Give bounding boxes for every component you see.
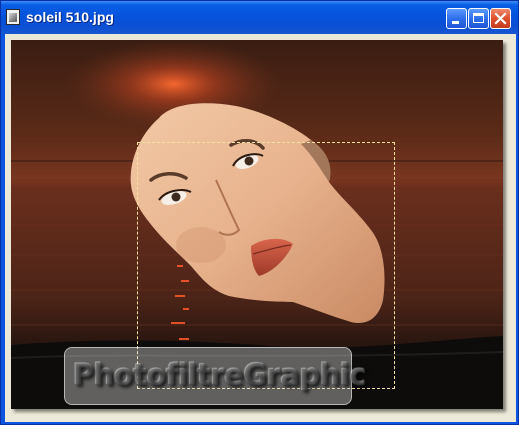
window-client-area: PhotofiltreGraphic: [5, 34, 516, 422]
maximize-button[interactable]: [468, 8, 489, 29]
minimize-button[interactable]: [446, 8, 467, 29]
watermark-text: PhotofiltreGraphic: [73, 358, 367, 392]
document-icon[interactable]: [6, 9, 20, 25]
title-bar[interactable]: soleil 510.jpg: [1, 1, 518, 34]
close-icon: [494, 12, 507, 25]
close-button[interactable]: [490, 8, 511, 29]
image-canvas[interactable]: PhotofiltreGraphic: [11, 40, 503, 409]
window-title: soleil 510.jpg: [26, 9, 114, 25]
maximize-icon: [473, 13, 484, 23]
image-window: soleil 510.jpg PhotofiltreGraphic: [0, 0, 519, 425]
minimize-icon: [452, 21, 459, 24]
